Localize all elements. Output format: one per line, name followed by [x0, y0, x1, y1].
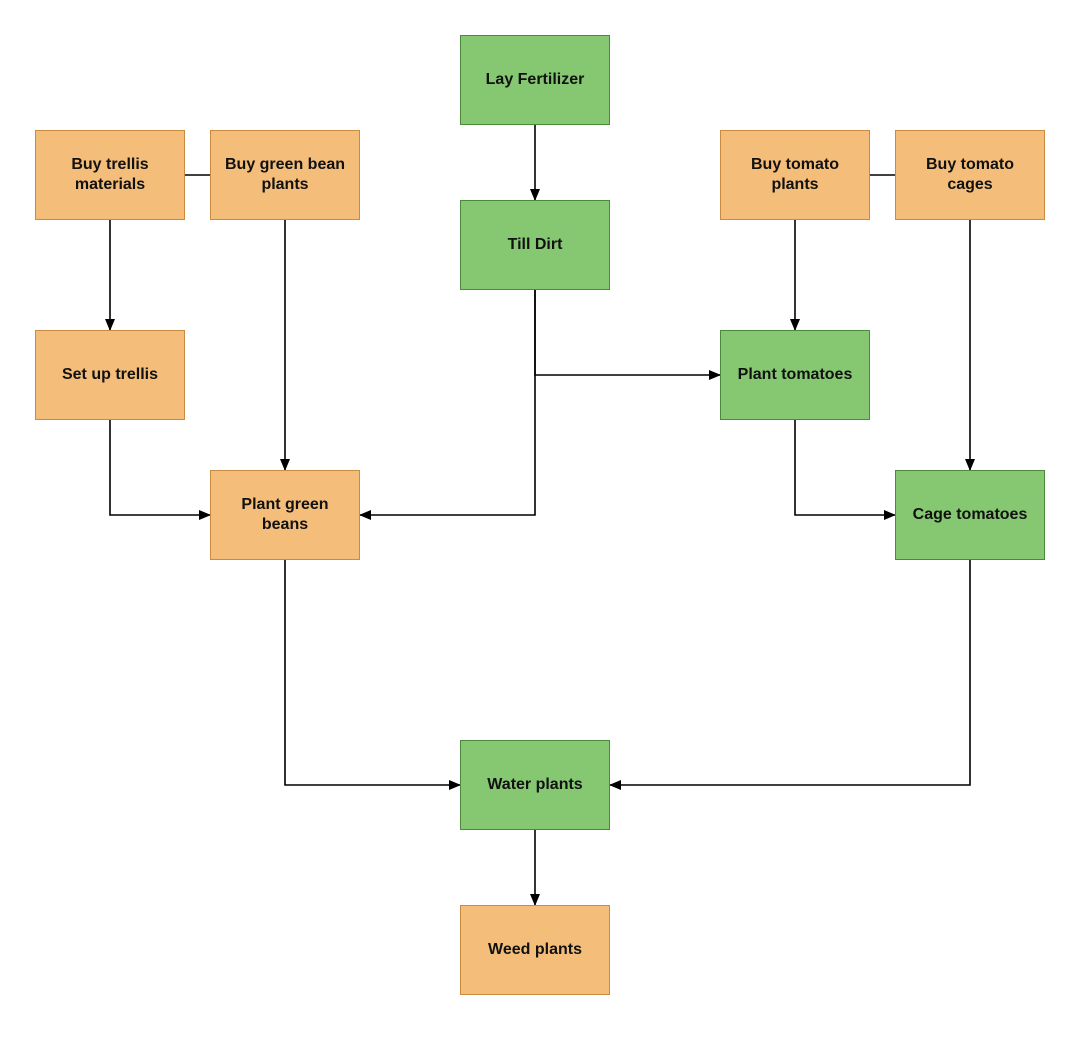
node-plant-tomatoes: Plant tomatoes — [720, 330, 870, 420]
node-label: Plant tomatoes — [738, 365, 853, 385]
node-label: Set up trellis — [62, 365, 158, 385]
node-label: Cage tomatoes — [913, 505, 1028, 525]
node-set-up-trellis: Set up trellis — [35, 330, 185, 420]
node-cage-tomatoes: Cage tomatoes — [895, 470, 1045, 560]
node-buy-tomato-cages: Buy tomato cages — [895, 130, 1045, 220]
node-buy-bean-plants: Buy green bean plants — [210, 130, 360, 220]
node-plant-beans: Plant green beans — [210, 470, 360, 560]
node-weed-plants: Weed plants — [460, 905, 610, 995]
node-label: Till Dirt — [508, 235, 563, 255]
node-buy-trellis: Buy trellis materials — [35, 130, 185, 220]
flowchart-canvas: Lay Fertilizer Till Dirt Buy trellis mat… — [0, 0, 1079, 1048]
node-label: Water plants — [487, 775, 582, 795]
node-buy-tomato-plants: Buy tomato plants — [720, 130, 870, 220]
node-water-plants: Water plants — [460, 740, 610, 830]
node-label: Buy tomato cages — [904, 155, 1036, 195]
node-label: Buy tomato plants — [729, 155, 861, 195]
node-label: Buy trellis materials — [44, 155, 176, 195]
node-label: Plant green beans — [219, 495, 351, 535]
node-till-dirt: Till Dirt — [460, 200, 610, 290]
node-label: Lay Fertilizer — [486, 70, 585, 90]
node-lay-fertilizer: Lay Fertilizer — [460, 35, 610, 125]
node-label: Buy green bean plants — [219, 155, 351, 195]
node-label: Weed plants — [488, 940, 582, 960]
